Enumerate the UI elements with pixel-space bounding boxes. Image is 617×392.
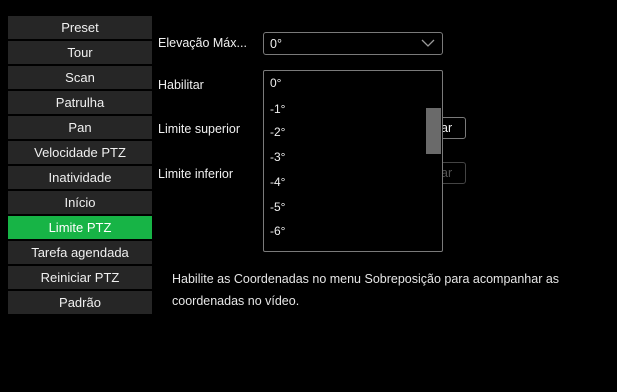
sidebar-item-tour[interactable]: Tour	[8, 41, 152, 64]
sidebar-item-preset[interactable]: Preset	[8, 16, 152, 39]
sidebar-item-patrulha[interactable]: Patrulha	[8, 91, 152, 114]
sidebar-item-reiniciar-ptz[interactable]: Reiniciar PTZ	[8, 266, 152, 289]
dropdown-option[interactable]: -6°	[270, 224, 285, 238]
sidebar-item-scan[interactable]: Scan	[8, 66, 152, 89]
dropdown-option[interactable]: -3°	[270, 150, 285, 164]
dropdown-option[interactable]: -2°	[270, 125, 285, 139]
sidebar-item-pan[interactable]: Pan	[8, 116, 152, 139]
dropdown-option[interactable]: -5°	[270, 200, 285, 214]
dropdown-option[interactable]: -1°	[270, 102, 285, 116]
sidebar-item-velocidade-ptz[interactable]: Velocidade PTZ	[8, 141, 152, 164]
sidebar-item-limite-ptz[interactable]: Limite PTZ	[8, 216, 152, 239]
sidebar-item-tarefa-agendada[interactable]: Tarefa agendada	[8, 241, 152, 264]
limite-superior-label: Limite superior	[158, 122, 240, 136]
chevron-down-icon	[421, 39, 435, 47]
dropdown-scrollbar[interactable]	[426, 108, 441, 154]
elevacao-max-select[interactable]: 0°	[263, 32, 443, 55]
elevacao-max-label: Elevação Máx...	[158, 36, 247, 50]
ptz-sidebar: Preset Tour Scan Patrulha Pan Velocidade…	[8, 16, 152, 314]
coordinates-hint: Habilite as Coordenadas no menu Sobrepos…	[172, 272, 560, 308]
elevacao-dropdown-list[interactable]: 0° -1° -2° -3° -4° -5° -6°	[263, 70, 443, 252]
elevacao-max-value: 0°	[270, 36, 282, 51]
sidebar-item-padrao[interactable]: Padrão	[8, 291, 152, 314]
sidebar-item-inatividade[interactable]: Inatividade	[8, 166, 152, 189]
sidebar-item-inicio[interactable]: Início	[8, 191, 152, 214]
dropdown-option[interactable]: 0°	[270, 76, 281, 90]
limite-inferior-label: Limite inferior	[158, 167, 234, 181]
habilitar-label: Habilitar	[158, 78, 204, 92]
dropdown-option[interactable]: -4°	[270, 175, 285, 189]
